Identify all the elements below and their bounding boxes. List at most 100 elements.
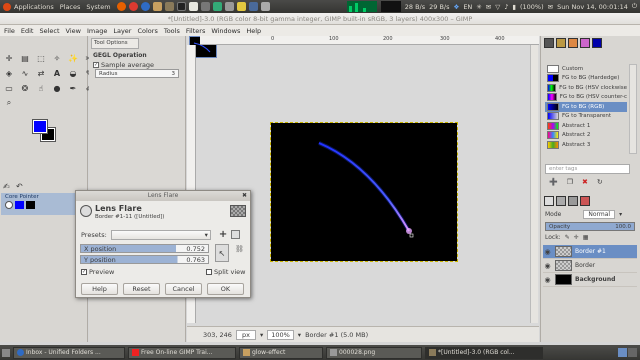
tab-patterns[interactable] (556, 38, 566, 48)
units-dropdown-icon[interactable]: ▾ (260, 331, 263, 339)
screenshot-icon[interactable] (260, 2, 270, 11)
gradient-item-selected[interactable]: FG to BG (RGB) (545, 102, 627, 112)
wifi-icon[interactable]: ▽ (495, 3, 500, 11)
menu-view[interactable]: View (66, 27, 81, 35)
gradient-item[interactable]: Abstract 2 (545, 131, 627, 141)
new-gradient-icon[interactable]: ➕ (549, 178, 558, 186)
menu-file[interactable]: File (4, 27, 15, 35)
settings-icon[interactable] (200, 2, 210, 11)
tab-channels[interactable] (556, 196, 566, 206)
clock[interactable]: Sun Nov 14, 00:01:14 (557, 3, 628, 11)
chain-link-icon[interactable]: ⛓ (235, 245, 244, 253)
tab-palettes[interactable] (580, 38, 590, 48)
thunderbird-icon[interactable] (140, 2, 150, 11)
radius-spinner[interactable]: Radius 3 (95, 69, 179, 78)
workspace-switcher[interactable] (618, 348, 640, 357)
chrome-icon[interactable] (128, 2, 138, 11)
zoom-tool-icon[interactable]: ⌕ (3, 97, 15, 109)
gradient-item[interactable]: Custom (545, 64, 627, 74)
folder-icon[interactable] (152, 2, 162, 11)
gradient-list-scrollbar[interactable] (629, 64, 637, 154)
help-button[interactable]: Help (81, 283, 118, 295)
task-item-active[interactable]: *[Untitled]-3.0 (RGB col... (425, 346, 543, 359)
tab-fonts[interactable] (568, 38, 578, 48)
power-icon[interactable]: ⏻ (632, 2, 637, 11)
smudge-tool-icon[interactable]: ☝ (35, 82, 47, 94)
layer-row-selected[interactable]: ◉ Border #1 (543, 245, 637, 259)
image-canvas[interactable] (270, 122, 458, 262)
presets-combo[interactable]: ▾ (110, 229, 211, 240)
visibility-eye-icon[interactable]: ◉ (543, 276, 552, 284)
visibility-eye-icon[interactable]: ◉ (543, 248, 552, 256)
menu-help[interactable]: Help (246, 27, 261, 35)
free-select-tool-icon[interactable]: ✧ (51, 52, 63, 64)
units-select[interactable]: px (235, 329, 256, 340)
task-item[interactable]: 000028.png (326, 346, 422, 359)
lock-pixels-icon[interactable]: ✎ (565, 234, 570, 241)
dropbox-icon[interactable]: ❖ (454, 3, 460, 11)
duplicate-gradient-icon[interactable]: ❐ (567, 178, 573, 186)
text-editor-icon[interactable] (188, 2, 198, 11)
visibility-eye-icon[interactable]: ◉ (543, 262, 552, 270)
gradient-item[interactable]: FG to BG (HSV clockwise (545, 83, 627, 93)
calculator-icon[interactable] (224, 2, 234, 11)
volume-icon[interactable]: ♪ (504, 3, 508, 11)
zoom-dropdown-icon[interactable]: ▾ (298, 331, 301, 339)
tab-undo-history[interactable]: ↶ (16, 182, 23, 191)
clone-tool-icon[interactable]: ❂ (19, 82, 31, 94)
cancel-button[interactable]: Cancel (165, 283, 202, 295)
app-launcher-icon[interactable] (248, 2, 258, 11)
zoom-select[interactable]: 100% (267, 329, 294, 340)
gradient-item[interactable]: Abstract 3 (545, 140, 627, 150)
gradient-item[interactable]: Abstract 1 (545, 121, 627, 131)
ok-button[interactable]: OK (207, 283, 244, 295)
tab-brushes[interactable] (544, 38, 554, 48)
gradient-tag-filter[interactable]: enter tags (545, 164, 630, 174)
tab-history[interactable] (580, 196, 590, 206)
gradient-item[interactable]: FG to Transparent (545, 112, 627, 122)
pick-coordinates-button[interactable]: ↖ (215, 244, 229, 262)
layer-row[interactable]: ◉ Border (543, 259, 637, 273)
unified-transform-tool-icon[interactable]: ◈ (3, 67, 15, 79)
tab-layers[interactable] (544, 196, 554, 206)
manage-presets-icon[interactable] (231, 230, 241, 239)
terminal-icon[interactable] (176, 2, 186, 11)
places-menu[interactable]: Places (60, 3, 81, 11)
text-tool-icon[interactable]: A (51, 67, 63, 79)
align-tool-icon[interactable]: ▤ (19, 52, 31, 64)
add-preset-icon[interactable]: + (219, 229, 227, 240)
notes-icon[interactable] (236, 2, 246, 11)
dodge-burn-tool-icon[interactable]: ● (51, 82, 63, 94)
y-position-spinner[interactable]: Y position 0.763 (80, 255, 209, 264)
reset-button[interactable]: Reset (123, 283, 160, 295)
x-position-spinner[interactable]: X position 0.752 (80, 244, 209, 253)
warp-transform-tool-icon[interactable]: ∿ (19, 67, 31, 79)
sample-average-option[interactable]: ✓ Sample average (93, 61, 154, 69)
flip-tool-icon[interactable]: ⇄ (35, 67, 47, 79)
layer-row[interactable]: ◉ Background (543, 273, 637, 287)
gradient-item[interactable]: FG to BG (HSV counter-c (545, 93, 627, 103)
delete-gradient-icon[interactable]: ✖ (582, 178, 588, 186)
refresh-gradients-icon[interactable]: ↻ (597, 178, 603, 186)
opacity-slider[interactable]: Opacity 100.0 (545, 222, 635, 231)
tab-tool-options[interactable]: Tool Options (91, 38, 139, 49)
task-item[interactable]: Free On-line GIMP Trai... (128, 346, 236, 359)
mode-select[interactable]: Normal (583, 210, 616, 219)
task-item[interactable]: Inbox - Unified Folders ... (13, 346, 125, 359)
split-view-checkbox[interactable] (206, 269, 212, 275)
menu-windows[interactable]: Windows (211, 27, 240, 35)
bucket-fill-tool-icon[interactable]: ◒ (67, 67, 79, 79)
eraser-tool-icon[interactable]: ▭ (3, 82, 15, 94)
mail-icon[interactable]: ✉ (486, 3, 491, 11)
paths-tool-icon[interactable]: ✒ (67, 82, 79, 94)
menu-colors[interactable]: Colors (137, 27, 157, 35)
menu-filters[interactable]: Filters (186, 27, 205, 35)
menu-image[interactable]: Image (87, 27, 107, 35)
sample-average-checkbox[interactable]: ✓ (93, 62, 99, 68)
keyboard-layout[interactable]: EN (463, 3, 472, 11)
tab-gradients[interactable] (592, 38, 602, 48)
gimp-icon[interactable] (164, 2, 174, 11)
fg-bg-colors[interactable] (32, 119, 57, 142)
firefox-icon[interactable] (116, 2, 126, 11)
menu-edit[interactable]: Edit (21, 27, 34, 35)
